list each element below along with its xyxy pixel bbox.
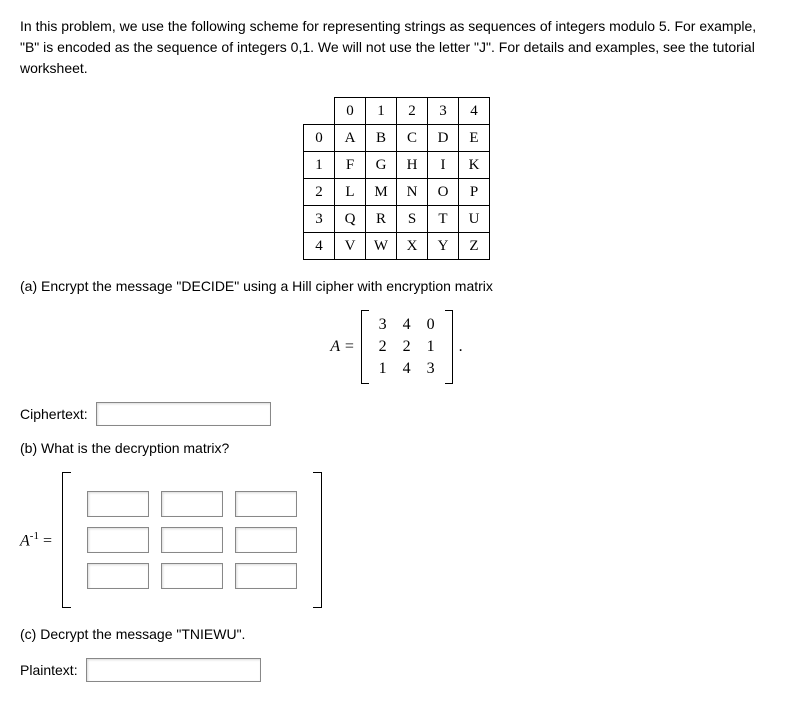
table-cell: T (428, 206, 459, 233)
table-cell: R (366, 206, 397, 233)
col-header: 3 (428, 98, 459, 125)
table-cell: O (428, 179, 459, 206)
table-cell: Y (428, 233, 459, 260)
inverse-cell-input[interactable] (87, 563, 149, 589)
part-b-prompt: (b) What is the decryption matrix? (20, 440, 773, 456)
inverse-cell-input[interactable] (235, 527, 297, 553)
plaintext-input[interactable] (86, 658, 261, 682)
row-header: 1 (304, 152, 335, 179)
table-cell: N (397, 179, 428, 206)
col-header: 1 (366, 98, 397, 125)
table-cell: I (428, 152, 459, 179)
ciphertext-label: Ciphertext: (20, 406, 88, 422)
matrix-cell: 2 (395, 336, 419, 358)
table-cell: S (397, 206, 428, 233)
table-cell: G (366, 152, 397, 179)
plaintext-label: Plaintext: (20, 662, 78, 678)
table-cell: P (459, 179, 490, 206)
table-cell: K (459, 152, 490, 179)
matrix-cell: 1 (371, 358, 395, 380)
table-cell: A (335, 125, 366, 152)
table-cell: D (428, 125, 459, 152)
matrix-cell: 4 (395, 358, 419, 380)
row-header: 0 (304, 125, 335, 152)
inverse-cell-input[interactable] (161, 563, 223, 589)
table-corner (304, 98, 335, 125)
problem-intro: In this problem, we use the following sc… (20, 16, 773, 79)
table-cell: B (366, 125, 397, 152)
inverse-cell-input[interactable] (235, 491, 297, 517)
table-cell: U (459, 206, 490, 233)
inverse-cell-input[interactable] (161, 491, 223, 517)
matrix-cell: 0 (419, 314, 443, 336)
row-header: 4 (304, 233, 335, 260)
part-a-prompt: (a) Encrypt the message "DECIDE" using a… (20, 278, 773, 294)
table-cell: F (335, 152, 366, 179)
ciphertext-input[interactable] (96, 402, 271, 426)
matrix-cell: 4 (395, 314, 419, 336)
row-header: 2 (304, 179, 335, 206)
matrix-cell: 2 (371, 336, 395, 358)
table-cell: E (459, 125, 490, 152)
matrix-cell: 3 (419, 358, 443, 380)
matrix-trailing: . (459, 338, 463, 356)
inverse-cell-input[interactable] (87, 527, 149, 553)
table-cell: L (335, 179, 366, 206)
table-cell: W (366, 233, 397, 260)
row-header: 3 (304, 206, 335, 233)
table-cell: C (397, 125, 428, 152)
inverse-matrix-lhs: A-1 = (20, 530, 52, 550)
table-cell: Q (335, 206, 366, 233)
col-header: 2 (397, 98, 428, 125)
table-cell: H (397, 152, 428, 179)
matrix-cell: 3 (371, 314, 395, 336)
inverse-matrix-inputs (62, 472, 322, 608)
inverse-cell-input[interactable] (161, 527, 223, 553)
col-header: 4 (459, 98, 490, 125)
encryption-matrix: A = 3 4 0 2 2 1 1 4 3 . (20, 310, 773, 384)
table-cell: X (397, 233, 428, 260)
table-cell: M (366, 179, 397, 206)
table-cell: V (335, 233, 366, 260)
table-cell: Z (459, 233, 490, 260)
part-c-prompt: (c) Decrypt the message "TNIEWU". (20, 626, 773, 642)
encoding-table: 0 1 2 3 4 0 A B C D E 1 F G H I K 2 L M … (303, 97, 490, 260)
inverse-cell-input[interactable] (87, 491, 149, 517)
matrix-lhs: A = (330, 338, 354, 356)
matrix-cell: 1 (419, 336, 443, 358)
inverse-cell-input[interactable] (235, 563, 297, 589)
col-header: 0 (335, 98, 366, 125)
